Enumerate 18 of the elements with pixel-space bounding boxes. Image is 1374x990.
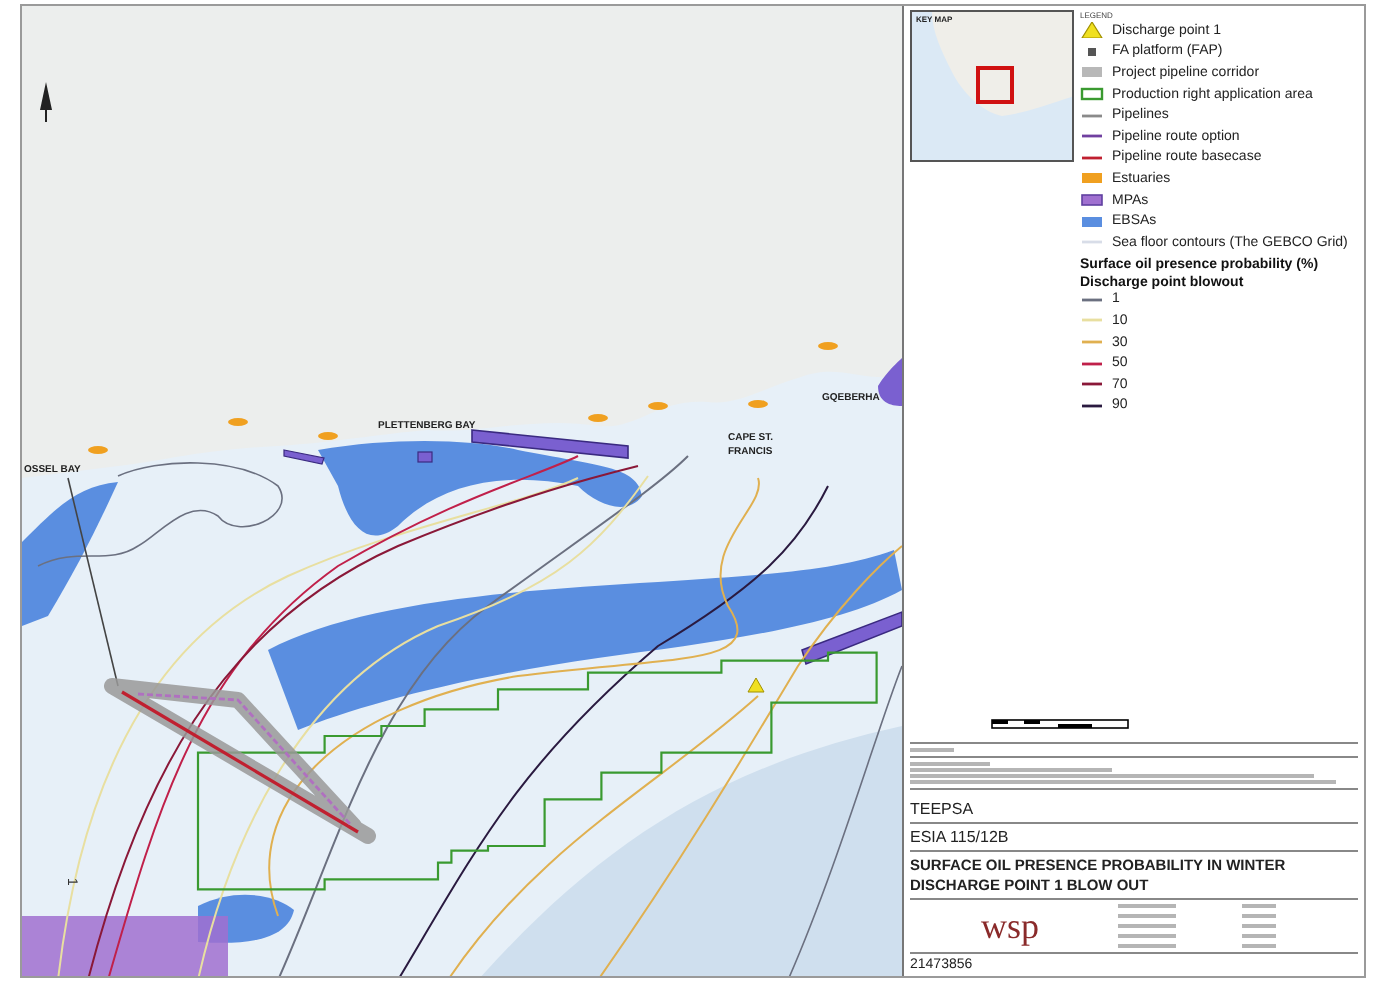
estuary-area: [228, 418, 248, 426]
estuary-area: [648, 402, 668, 410]
client-value: TEEPSA: [910, 800, 976, 818]
project-value: ESIA 115/12B: [910, 828, 1011, 846]
estuary-area: [588, 414, 608, 422]
company-logo: wsp: [978, 905, 1041, 947]
scale-bar-icon: [990, 714, 1130, 734]
estuary-area: [318, 432, 338, 440]
mpa-area: [417, 451, 433, 463]
estuary-area: [88, 446, 108, 454]
estuary-area: [818, 342, 838, 350]
mpa-area: [801, 610, 902, 666]
ebsa-area: [22, 482, 118, 626]
triangle-icon: [747, 677, 765, 693]
north-arrow-icon: [40, 82, 52, 123]
estuary-area: [748, 400, 768, 408]
mpa-area: [878, 358, 902, 406]
mpa-area: [283, 449, 325, 465]
